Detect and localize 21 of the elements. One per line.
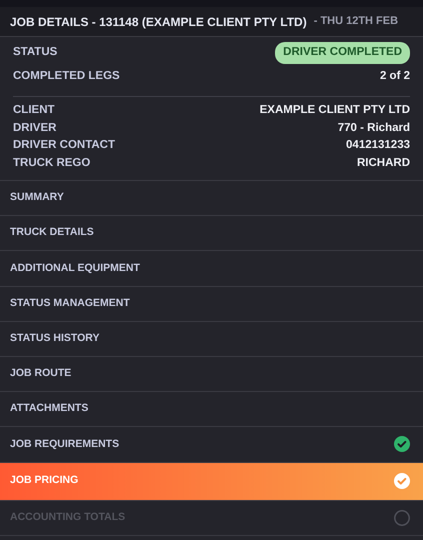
menu-item[interactable]: TRUCK DETAILS (0, 216, 423, 252)
field-value: 770 - Richard (338, 120, 410, 136)
field-label: DRIVER (13, 120, 56, 136)
menu-item[interactable]: STATUS MANAGEMENT (0, 286, 423, 322)
menu-item[interactable]: JOB ROUTE (0, 356, 423, 392)
field-label: COMPLETED LEGS (13, 69, 120, 84)
field-label: TRUCK REGO (13, 156, 90, 171)
field-value: EXAMPLE CLIENT PTY LTD (260, 103, 410, 118)
field-value: 0412131233 (346, 138, 410, 154)
menu-item[interactable]: ADDITIONAL EQUIPMENT (0, 251, 423, 287)
menu-item[interactable]: STATUS HISTORY (0, 322, 423, 357)
field-value: 2 of 2 (380, 69, 410, 84)
menu-item[interactable]: SUMMARY (0, 181, 423, 216)
field-value: RICHARD (356, 156, 410, 171)
panel-title: JOB DETAILS - 131148 (EXAMPLE CLIENT PTY LTD) (10, 14, 307, 30)
menu-item[interactable]: ATTACHMENTS (0, 392, 423, 428)
field-label: DRIVER CONTACT (13, 138, 116, 154)
status-badge: DRIVER COMPLETED (275, 42, 410, 64)
field-label: CLIENT (13, 103, 55, 118)
field-label: STATUS (13, 45, 58, 60)
job-date: - THU 12TH FEB (314, 14, 398, 30)
